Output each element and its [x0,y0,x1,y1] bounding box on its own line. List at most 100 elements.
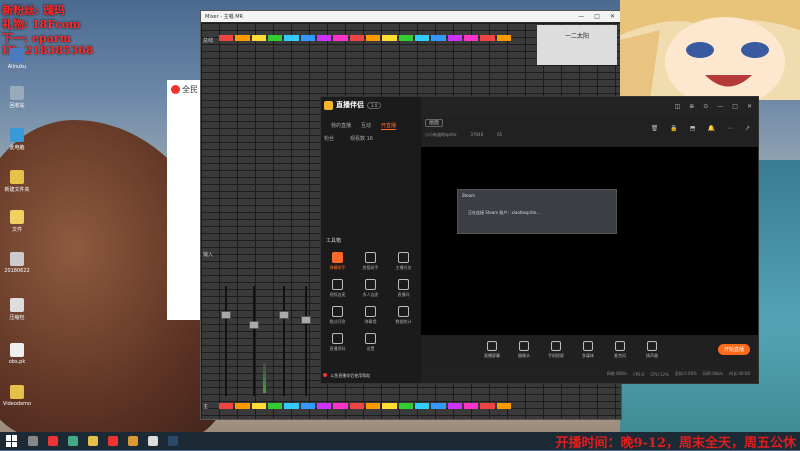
fader-knob[interactable] [249,321,259,329]
desktop-icon-label: Alinuku [7,64,27,70]
channel-color-chip [414,403,430,409]
tab-my-live[interactable]: 我的直播 [331,122,351,130]
steam-dialog[interactable]: Steam 正在连接 Steam 账户：xiaotiesprite... [457,189,617,234]
live-companion-window[interactable]: 直播伴侣 3.0 我的直播 互动 开直播 粉丝 观看数 16 工具箱 弹幕助手 房… [320,96,759,384]
close-button[interactable]: ✕ [747,103,752,110]
layer-icon[interactable]: ⬒ [690,125,696,132]
channel-color-chip [382,403,397,409]
channel-fader[interactable] [225,286,227,396]
channel-fader[interactable] [305,286,307,396]
desktop-icon-folder[interactable]: 新建文件夹 [2,170,32,193]
add-icon[interactable]: ⊕ [689,103,694,110]
tab-interact[interactable]: 互动 [361,122,371,130]
desktop-icon-archive[interactable]: 压缩包 [2,298,32,321]
minimize-button[interactable]: — [717,103,723,110]
screen-capture-button[interactable]: 直播屏幕 [481,341,503,359]
desktop-icon-video[interactable]: Videodemo [2,385,32,407]
tool-video[interactable]: 视频连麦 [321,279,354,298]
taskbar: 开播时间：晚9-12，周末全天，周五公休 [0,432,800,451]
left-panel: 直播伴侣 3.0 我的直播 互动 开直播 粉丝 观看数 16 工具箱 弹幕助手 房… [321,97,421,383]
app-topbar: ◫ ⊕ ⊙ — □ ✕ [421,97,758,117]
toolbox-title: 工具箱 [326,238,342,244]
tool-label: 数据统计 [395,319,412,324]
fader-knob[interactable] [279,311,289,319]
status-item: 时长:00:00 [729,371,750,376]
document-icon [10,252,24,266]
help-notice[interactable]: 斗鱼直播伴侣使用帮助 [323,373,370,379]
tab-go-live[interactable]: 开直播 [381,122,397,130]
room-likes: 37048 [470,132,484,137]
tool-room[interactable]: 直播间 [387,279,420,298]
steam-icon[interactable] [168,436,178,446]
minimize-button[interactable]: — [578,13,584,20]
chrome-icon[interactable] [68,436,78,446]
phone-cast-button[interactable]: 手机投屏 [545,341,567,359]
app-icon[interactable] [128,436,138,446]
skin-icon[interactable]: ◫ [675,103,681,110]
search-icon[interactable] [28,436,38,446]
notice-dot-icon [323,373,327,377]
tool-skip-icon [332,306,343,317]
scene-pill[interactable]: 画面 [425,119,444,127]
desktop-icon-recycle[interactable]: 回收站 [2,86,32,109]
channel-color-chip [447,35,462,41]
tool-stats[interactable]: 数据统计 [387,306,420,325]
douyu-icon[interactable] [108,436,118,446]
tool-wall[interactable]: 弹幕墙 [354,306,387,325]
tool-multi[interactable]: 多人连麦 [354,279,387,298]
desktop-icon-computer[interactable]: 此电脑 [2,128,32,151]
desktop-icon-obs[interactable]: obs.pk [2,343,32,365]
tool-danmu[interactable]: 弹幕助手 [321,252,354,271]
bell-icon[interactable]: 🔔 [707,125,714,132]
tool-label: 视频连麦 [329,292,346,297]
tool-stats-icon [398,306,409,317]
close-button[interactable]: ✕ [610,13,615,20]
windows-start-icon[interactable] [6,435,18,447]
speaker-button[interactable]: 扬声器 [641,341,663,359]
more-icon[interactable]: ⋯ [727,125,733,132]
tool-settings[interactable]: 设置 [354,333,387,352]
media-button[interactable]: 多媒体 [577,341,599,359]
tool-multi-icon [365,279,376,290]
fader-knob[interactable] [221,311,231,319]
tool-info[interactable]: 直播资料 [321,333,354,352]
obs-icon[interactable] [148,436,158,446]
tool-task[interactable]: 主播任务 [387,252,420,271]
mixer-name: 一二太阳 [564,33,589,40]
recycle-bin-icon [10,86,24,100]
desktop-icon-file[interactable]: 文件 [2,210,32,233]
channel-fader[interactable] [253,286,255,396]
media-icon [583,341,593,351]
tool-wall-icon [365,306,376,317]
delete-icon[interactable]: 🗑 [651,125,659,132]
maximize-button[interactable]: □ [594,13,600,20]
tool-admin[interactable]: 房管助手 [354,252,387,271]
folder-icon[interactable] [88,436,98,446]
app-logo-icon [171,85,180,94]
settings-icon[interactable]: ⊙ [703,103,708,110]
channel-fader[interactable] [283,286,285,396]
stream-preview[interactable]: Steam 正在连接 Steam 账户：xiaotiesprite... [421,147,758,335]
app-icon [10,48,24,62]
desktop-icon-1[interactable]: Alinuku [2,48,32,70]
channel-color-chip [365,35,381,41]
status-item: CPU:12% [650,371,669,377]
tool-video-icon [332,279,343,290]
channel-color-chip [398,35,413,41]
tool-skip[interactable]: 跳过问答 [321,306,354,325]
desktop-icon-date[interactable]: 20180622 [2,252,32,274]
tool-danmu-icon [332,252,343,263]
channel-color-chip [414,35,430,41]
schedule-ticker: 开播时间：晚9-12，周末全天，周五公休 [555,435,796,451]
start-live-button[interactable]: 开始直播 [717,344,750,355]
microphone-button[interactable]: 麦克风 [609,341,631,359]
lock-icon[interactable]: 🔒 [670,125,677,132]
source-toolbar: 直播屏幕 摄像头 手机投屏 多媒体 麦克风 扬声器 [421,335,758,365]
fader-knob[interactable] [301,316,311,324]
mixer-titlebar[interactable]: Mixer - 主唱 MR — □ ✕ [201,11,621,22]
maximize-button[interactable]: □ [732,103,738,110]
share-icon[interactable]: ↗ [745,125,750,132]
notice-text: 斗鱼直播伴侣使用帮助 [330,373,371,378]
app-icon[interactable] [48,436,58,446]
camera-button[interactable]: 摄像头 [513,341,535,359]
